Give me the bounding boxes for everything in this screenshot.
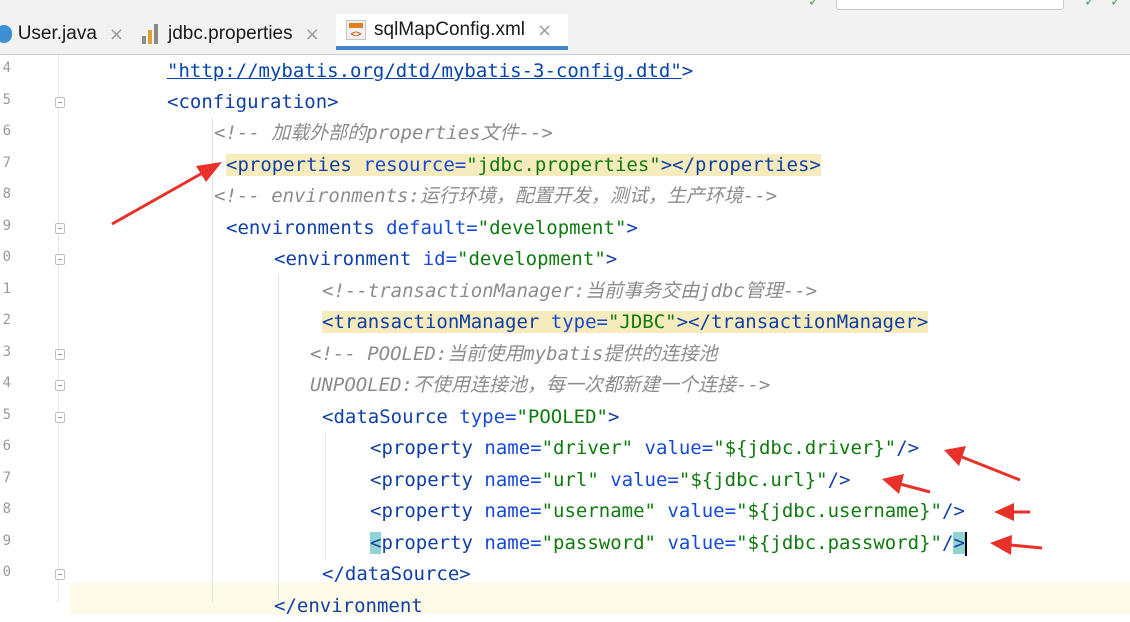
properties-file-icon: [142, 24, 160, 44]
code-line: <property name="url" value="${jdbc.url}"…: [370, 469, 851, 491]
code-line: <property name="driver" value="${jdbc.dr…: [370, 437, 920, 459]
close-icon[interactable]: ×: [109, 24, 124, 45]
code-line: </environment: [274, 595, 423, 617]
tab-label: sqlMapConfig.xml: [374, 19, 525, 40]
close-icon[interactable]: ×: [537, 20, 552, 41]
code-line: </dataSource>: [322, 563, 471, 585]
code-comment: <!-- environments:运行环境，配置开发，测试，生产环境-->: [214, 185, 778, 207]
code-comment: UNPOOLED:不使用连接池，每一次都新建一个连接-->: [310, 374, 771, 396]
xml-file-icon: <>: [346, 20, 366, 40]
tab-user-java[interactable]: User.java ×: [0, 14, 124, 54]
close-icon[interactable]: ×: [305, 24, 320, 45]
toolbar-strip: ✓ ✓ ✓: [0, 0, 1130, 14]
code-line: "http://mybatis.org/dtd/mybatis-3-config…: [167, 60, 694, 82]
vcs-push-icon[interactable]: ✓: [1110, 0, 1122, 10]
indent-guide: [278, 274, 279, 602]
code-comment: <!-- POOLED:当前使用mybatis提供的连接池: [310, 343, 718, 365]
tab-label: User.java: [17, 23, 97, 44]
indent-guide: [212, 117, 213, 602]
vcs-update-icon[interactable]: ✓: [808, 0, 820, 10]
tab-jdbc-properties[interactable]: jdbc.properties ×: [142, 14, 328, 54]
code-line: <configuration>: [167, 91, 339, 113]
run-config-selector[interactable]: [836, 0, 1064, 10]
text-caret: [964, 531, 967, 556]
code-line: <property name="username" value="${jdbc.…: [370, 500, 965, 522]
vcs-commit-icon[interactable]: ✓: [1084, 0, 1096, 10]
java-class-icon: [0, 25, 12, 43]
tab-label: jdbc.properties: [168, 23, 293, 44]
code-line: <property name="password" value="${jdbc.…: [370, 531, 967, 556]
current-line-highlight: [70, 583, 1130, 614]
code-line: <dataSource type="POOLED">: [322, 406, 620, 428]
code-line: <properties resource="jdbc.properties"><…: [226, 154, 821, 176]
tab-sqlmapconfig-xml[interactable]: <> sqlMapConfig.xml ×: [336, 14, 568, 50]
code-comment: <!-- 加载外部的properties文件-->: [214, 122, 553, 144]
code-line: <transactionManager type="JDBC"></transa…: [322, 311, 929, 333]
code-editor[interactable]: "http://mybatis.org/dtd/mybatis-3-config…: [0, 55, 1130, 617]
editor-tab-bar: User.java × jdbc.properties × <> sqlMapC…: [0, 14, 1130, 55]
code-line: <environment id="development">: [274, 248, 618, 270]
code-line: <environments default="development">: [226, 217, 638, 239]
indent-guide: [325, 432, 326, 560]
code-comment: <!--transactionManager:当前事务交由jdbc管理-->: [322, 280, 818, 302]
